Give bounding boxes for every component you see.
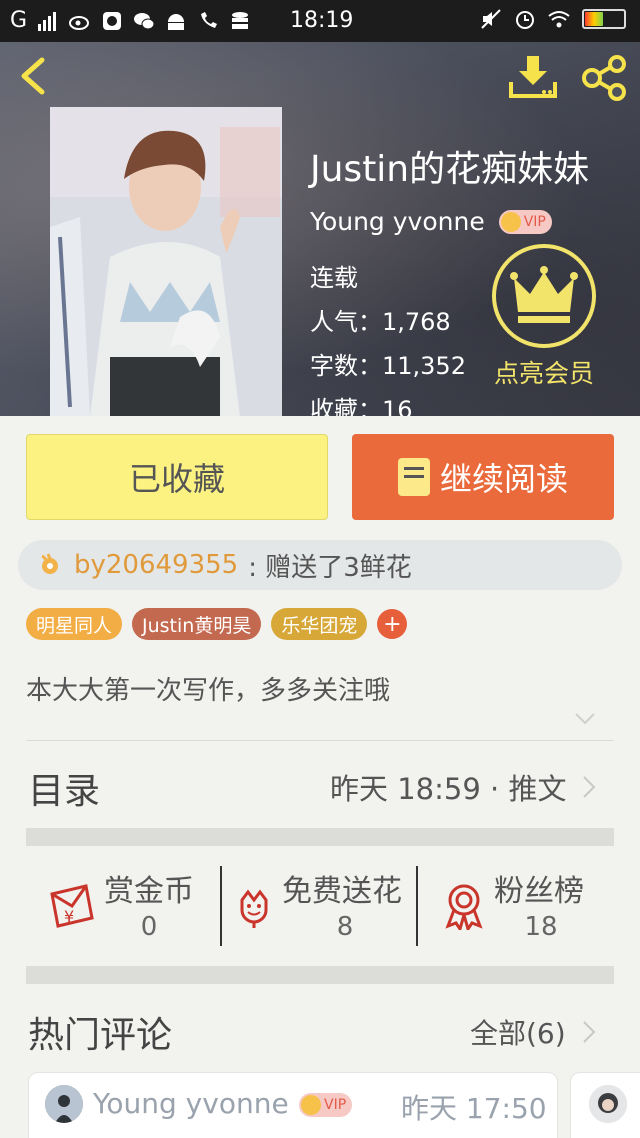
fan-ranking-label: 粉丝榜: [494, 874, 584, 909]
all-comments-label: 全部(6): [470, 1017, 566, 1050]
red-envelope-icon: ¥: [50, 884, 94, 928]
gift-message: : 赠送了3鲜花: [248, 552, 412, 583]
app-icon: [103, 11, 122, 30]
hot-comments-title: 热门评论: [28, 1015, 173, 1056]
favorited-label: 已收藏: [128, 460, 225, 498]
book-header: Justin的花痴妹妹 Young yvonne VIP 连载 人气：1,768…: [0, 42, 640, 416]
tag-list: 明星同人 Justin黄明昊 乐华团宠 +: [26, 608, 408, 640]
share-icon[interactable]: [580, 54, 628, 102]
medal-icon: [445, 884, 483, 930]
comment-time: 昨天 17:50: [401, 1092, 547, 1125]
tag-item[interactable]: 乐华团宠: [271, 608, 368, 640]
clock: 18:19: [290, 8, 354, 33]
author-row[interactable]: Young yvonne VIP: [310, 207, 552, 236]
tag-item[interactable]: Justin黄明昊: [132, 608, 262, 640]
android-icon: [168, 13, 185, 30]
book-intro: 本大大第一次写作，多多关注哦: [26, 676, 391, 706]
continue-reading-button[interactable]: 继续阅读: [352, 434, 614, 520]
toc-title: 目录: [28, 771, 101, 812]
serial-status: 连载: [310, 264, 358, 292]
divider: [220, 866, 222, 946]
wechat-icon: [134, 12, 155, 29]
member-button[interactable]: [492, 244, 596, 348]
free-flower-value: 8: [336, 912, 354, 942]
reward-coins-value: 0: [140, 912, 158, 942]
comment-card[interactable]: [570, 1072, 640, 1138]
svg-text:¥: ¥: [64, 907, 74, 926]
weibo-icon: [69, 15, 90, 30]
status-bar: G 18:19: [0, 0, 640, 42]
vip-badge-label: VIP: [324, 1097, 347, 1113]
section-separator: [26, 966, 614, 984]
missed-call-icon: [201, 11, 218, 28]
divider: [26, 740, 614, 741]
member-label[interactable]: 点亮会员: [492, 354, 596, 390]
toc-update: 昨天 18:59 · 推文: [330, 772, 567, 806]
cover-illustration: [50, 107, 282, 416]
continue-reading-label: 继续阅读: [439, 460, 568, 498]
book-cover-image[interactable]: [50, 107, 282, 416]
download-icon[interactable]: [508, 54, 558, 100]
add-tag-button[interactable]: +: [377, 609, 408, 639]
chevron-right-icon: [583, 776, 596, 798]
book-detail-screen: G 18:19 Justin的花痴妹妹 Young yvonne VIP 连载 …: [0, 0, 640, 1138]
tag-item[interactable]: 明星同人: [26, 608, 123, 640]
vip-badge: VIP: [299, 1093, 353, 1117]
book-title: Justin的花痴妹妹: [310, 149, 590, 190]
gift-sender[interactable]: by20649355: [74, 550, 238, 580]
free-flower-stat[interactable]: 免费送花 8: [230, 866, 416, 946]
crown-icon: [510, 266, 578, 323]
back-arrow-icon[interactable]: [14, 56, 54, 96]
favorites-count: 收藏：16: [310, 396, 413, 416]
comment-card[interactable]: Young yvonne VIP 昨天 17:50: [28, 1072, 558, 1138]
popularity-count: 人气：1,768: [310, 308, 451, 336]
word-count: 字数：11,352: [310, 352, 466, 380]
fan-ranking-stat[interactable]: 粉丝榜 18: [440, 866, 610, 946]
storage-icon: [232, 11, 249, 29]
favorited-button[interactable]: 已收藏: [26, 434, 328, 520]
carrier-label: G: [10, 8, 28, 33]
alarm-icon: [516, 11, 534, 29]
book-icon: [397, 458, 430, 496]
free-flower-label: 免费送花: [282, 874, 402, 909]
chevron-right-icon: [583, 1021, 596, 1043]
flower-icon: [41, 553, 58, 574]
commenter-name[interactable]: Young yvonne: [93, 1087, 289, 1120]
mute-icon: [481, 9, 501, 29]
fan-ranking-value: 18: [524, 912, 558, 942]
avatar[interactable]: [45, 1085, 83, 1123]
battery-icon: [582, 9, 626, 29]
vip-badge-label: VIP: [523, 213, 546, 230]
section-separator: [26, 828, 614, 846]
signal-icon: [38, 11, 57, 31]
gift-ticker[interactable]: by20649355 : 赠送了3鲜花: [18, 540, 622, 590]
divider: [416, 866, 418, 946]
chevron-down-icon[interactable]: [574, 712, 596, 726]
crown-icon: [301, 1095, 321, 1115]
avatar[interactable]: [589, 1085, 627, 1123]
crown-icon: [500, 211, 521, 232]
reward-coins-stat[interactable]: ¥ 赏金币 0: [48, 866, 218, 946]
reward-coins-label: 赏金币: [104, 874, 194, 909]
flower-icon: [240, 889, 268, 928]
wifi-icon: [548, 11, 570, 28]
vip-badge: VIP: [498, 209, 552, 234]
author-name[interactable]: Young yvonne: [310, 207, 485, 236]
